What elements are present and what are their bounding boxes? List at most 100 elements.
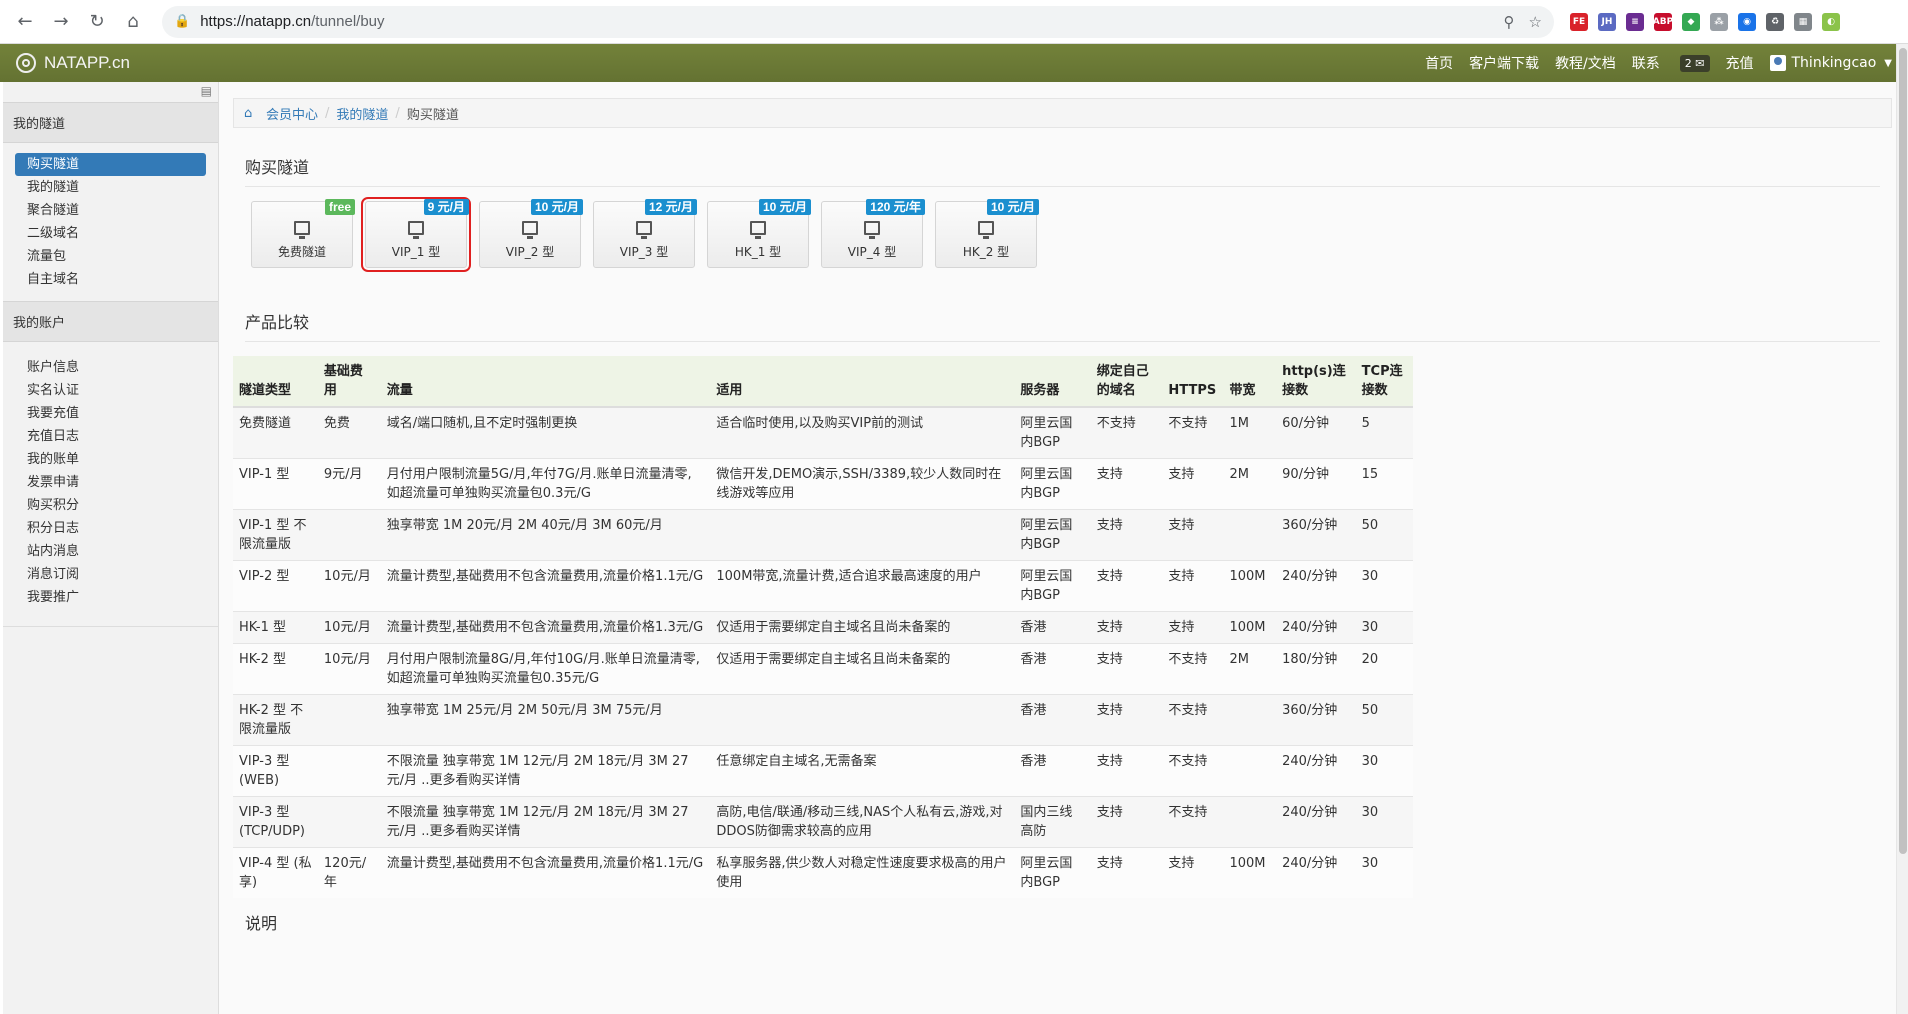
table-cell: 30 (1355, 611, 1413, 644)
breadcrumb-member-center[interactable]: 会员中心 (266, 104, 318, 123)
jh-extension-icon[interactable]: JH (1598, 12, 1616, 31)
price-tag: 120 元/年 (866, 199, 925, 215)
scrollbar-thumb[interactable] (1899, 48, 1907, 854)
table-cell: VIP-3 型 (WEB) (233, 745, 318, 797)
table-cell: HK-2 型 (233, 643, 318, 695)
profile-avatar-icon[interactable]: ◐ (1822, 12, 1840, 31)
sidebar-item-tunnel-4[interactable]: 流量包 (15, 245, 206, 268)
nav-link-recharge[interactable]: 充值 (1726, 53, 1754, 73)
brand[interactable]: NATAPP.cn (16, 53, 130, 73)
zoom-search-icon[interactable]: ⚲ (1504, 13, 1515, 31)
table-cell: 100M (1223, 560, 1277, 612)
price-tag: 9 元/月 (423, 199, 469, 215)
nav-link-download[interactable]: 客户端下载 (1469, 53, 1539, 73)
product-card[interactable]: 10 元/月 HK_1 型 (707, 199, 811, 268)
nav-link-docs[interactable]: 教程/文档 (1555, 53, 1616, 73)
table-cell: 支持 (1162, 560, 1224, 612)
sidebar-item-tunnel-0[interactable]: 购买隧道 (15, 153, 206, 176)
sidebar-item-tunnel-1[interactable]: 我的隧道 (15, 176, 206, 199)
table-cell: 支持 (1090, 847, 1163, 898)
purple-extension-icon[interactable]: ≡ (1626, 12, 1644, 31)
nav-link-contact[interactable]: 联系 (1632, 53, 1660, 73)
reload-icon[interactable]: ↻ (84, 9, 110, 35)
tree-extension-icon[interactable]: ⁂ (1710, 12, 1728, 31)
table-row: HK-2 型 不限流量版 独享带宽 1M 25元/月 2M 50元/月 3M 75… (233, 694, 1413, 746)
table-cell: VIP-2 型 (233, 560, 318, 612)
table-cell: 香港 (1014, 643, 1091, 695)
table-cell: 阿里云国内BGP (1014, 406, 1091, 459)
table-cell: 不支持 (1162, 694, 1224, 746)
home-icon[interactable]: ⌂ (120, 9, 146, 35)
blue-extension-icon[interactable]: ◉ (1738, 12, 1756, 31)
sidebar-item-account-4[interactable]: 我的账单 (15, 448, 206, 471)
price-tag: 10 元/月 (530, 199, 583, 215)
sidebar-item-account-9[interactable]: 消息订阅 (15, 563, 206, 586)
breadcrumb: ⌂ 会员中心 / 我的隧道 / 购买隧道 (233, 98, 1892, 128)
product-card[interactable]: 120 元/年 VIP_4 型 (821, 199, 925, 268)
breadcrumb-current: 购买隧道 (406, 107, 459, 123)
sidebar-item-account-1[interactable]: 实名认证 (15, 379, 206, 402)
monitor-icon (294, 221, 310, 239)
comparison-table: 隧道类型 基础费用 流量 适用 服务器 绑定自己的域名 HTTPS 带宽 http(s)连接数 T… (233, 356, 1413, 898)
table-cell: 240/分钟 (1276, 847, 1356, 898)
table-cell: 30 (1355, 847, 1413, 898)
bookmark-star-icon[interactable]: ☆ (1529, 13, 1542, 31)
sidebar-item-tunnel-2[interactable]: 聚合隧道 (15, 199, 206, 222)
table-cell (317, 745, 381, 797)
brand-name: NATAPP.cn (44, 53, 130, 72)
message-badge[interactable]: 2 ✉ (1679, 54, 1710, 72)
sidebar-item-tunnel-3[interactable]: 二级域名 (15, 222, 206, 245)
nav-link-home[interactable]: 首页 (1425, 53, 1453, 73)
user-menu[interactable]: Thinkingcao ▼ (1769, 55, 1892, 71)
store-extension-icon[interactable]: ▦ (1794, 12, 1812, 31)
sidebar-account-list: 账户信息 实名认证 我要充值 充值日志 我的账单 发票申请 购买积分 积分日志 站内消息 消息订阅… (3, 342, 218, 619)
monitor-icon (522, 221, 538, 239)
sidebar-item-account-0[interactable]: 账户信息 (15, 356, 206, 379)
product-card[interactable]: 10 元/月 VIP_2 型 (479, 199, 583, 268)
table-cell: 不支持 (1162, 406, 1224, 459)
fe-extension-icon[interactable]: FE (1570, 12, 1588, 31)
monitor-icon (864, 221, 880, 239)
product-label: HK_2 型 (962, 245, 1010, 259)
sidebar-item-account-6[interactable]: 购买积分 (15, 494, 206, 517)
table-cell: 不支持 (1162, 796, 1224, 848)
recycle-extension-icon[interactable]: ♻ (1766, 12, 1784, 31)
back-arrow-icon[interactable]: ← (12, 9, 38, 35)
table-cell: 支持 (1090, 458, 1163, 510)
sidebar-collapse-icon[interactable]: ▤ (201, 84, 212, 98)
product-card[interactable]: 12 元/月 VIP_3 型 (593, 199, 697, 268)
table-cell: 免费 (317, 406, 381, 459)
sidebar-item-account-7[interactable]: 积分日志 (15, 517, 206, 540)
table-row: VIP-3 型 (TCP/UDP) 不限流量 独享带宽 1M 12元/月 2M 1… (233, 796, 1413, 848)
table-cell (710, 694, 1015, 746)
table-cell: 支持 (1162, 847, 1224, 898)
sidebar-item-account-8[interactable]: 站内消息 (15, 540, 206, 563)
price-tag: free (324, 199, 355, 215)
column-header: 服务器 (1014, 356, 1091, 408)
column-header: http(s)连接数 (1276, 356, 1356, 408)
sidebar-item-account-5[interactable]: 发票申请 (15, 471, 206, 494)
breadcrumb-my-tunnels[interactable]: 我的隧道 (336, 104, 388, 123)
abp-extension-icon[interactable]: ABP (1653, 12, 1673, 31)
table-cell: 不限流量 独享带宽 1M 12元/月 2M 18元/月 3M 27元/月 ..更… (380, 796, 711, 848)
table-cell: 50 (1355, 509, 1413, 561)
sidebar-item-account-3[interactable]: 充值日志 (15, 425, 206, 448)
sidebar-item-account-10[interactable]: 我要推广 (15, 586, 206, 609)
table-cell: 阿里云国内BGP (1014, 458, 1091, 510)
price-tag: 10 元/月 (986, 199, 1039, 215)
product-card[interactable]: 10 元/月 HK_2 型 (935, 199, 1039, 268)
table-cell (710, 509, 1015, 561)
product-card[interactable]: 9 元/月 VIP_1 型 (361, 197, 471, 272)
address-bar[interactable]: 🔒 https://natapp.cn/tunnel/buy ⚲ ☆ (162, 5, 1554, 38)
color-extension-icon[interactable]: ◆ (1682, 12, 1700, 31)
price-tag: 12 元/月 (644, 199, 697, 215)
sidebar-item-tunnel-5[interactable]: 自主域名 (15, 268, 206, 291)
home-icon[interactable]: ⌂ (244, 106, 258, 121)
product-list: free 免费隧道 9 元/月 VIP_1 型 10 元/月 VIP_2 型 12 元/月 V… (233, 187, 1892, 289)
forward-arrow-icon[interactable]: → (48, 9, 74, 35)
product-card[interactable]: free 免费隧道 (251, 199, 355, 268)
sidebar-item-account-2[interactable]: 我要充值 (15, 402, 206, 425)
table-cell: 5 (1355, 406, 1413, 459)
page-scrollbar[interactable] (1896, 44, 1908, 1014)
url-text[interactable]: https://natapp.cn/tunnel/buy (200, 13, 1489, 30)
